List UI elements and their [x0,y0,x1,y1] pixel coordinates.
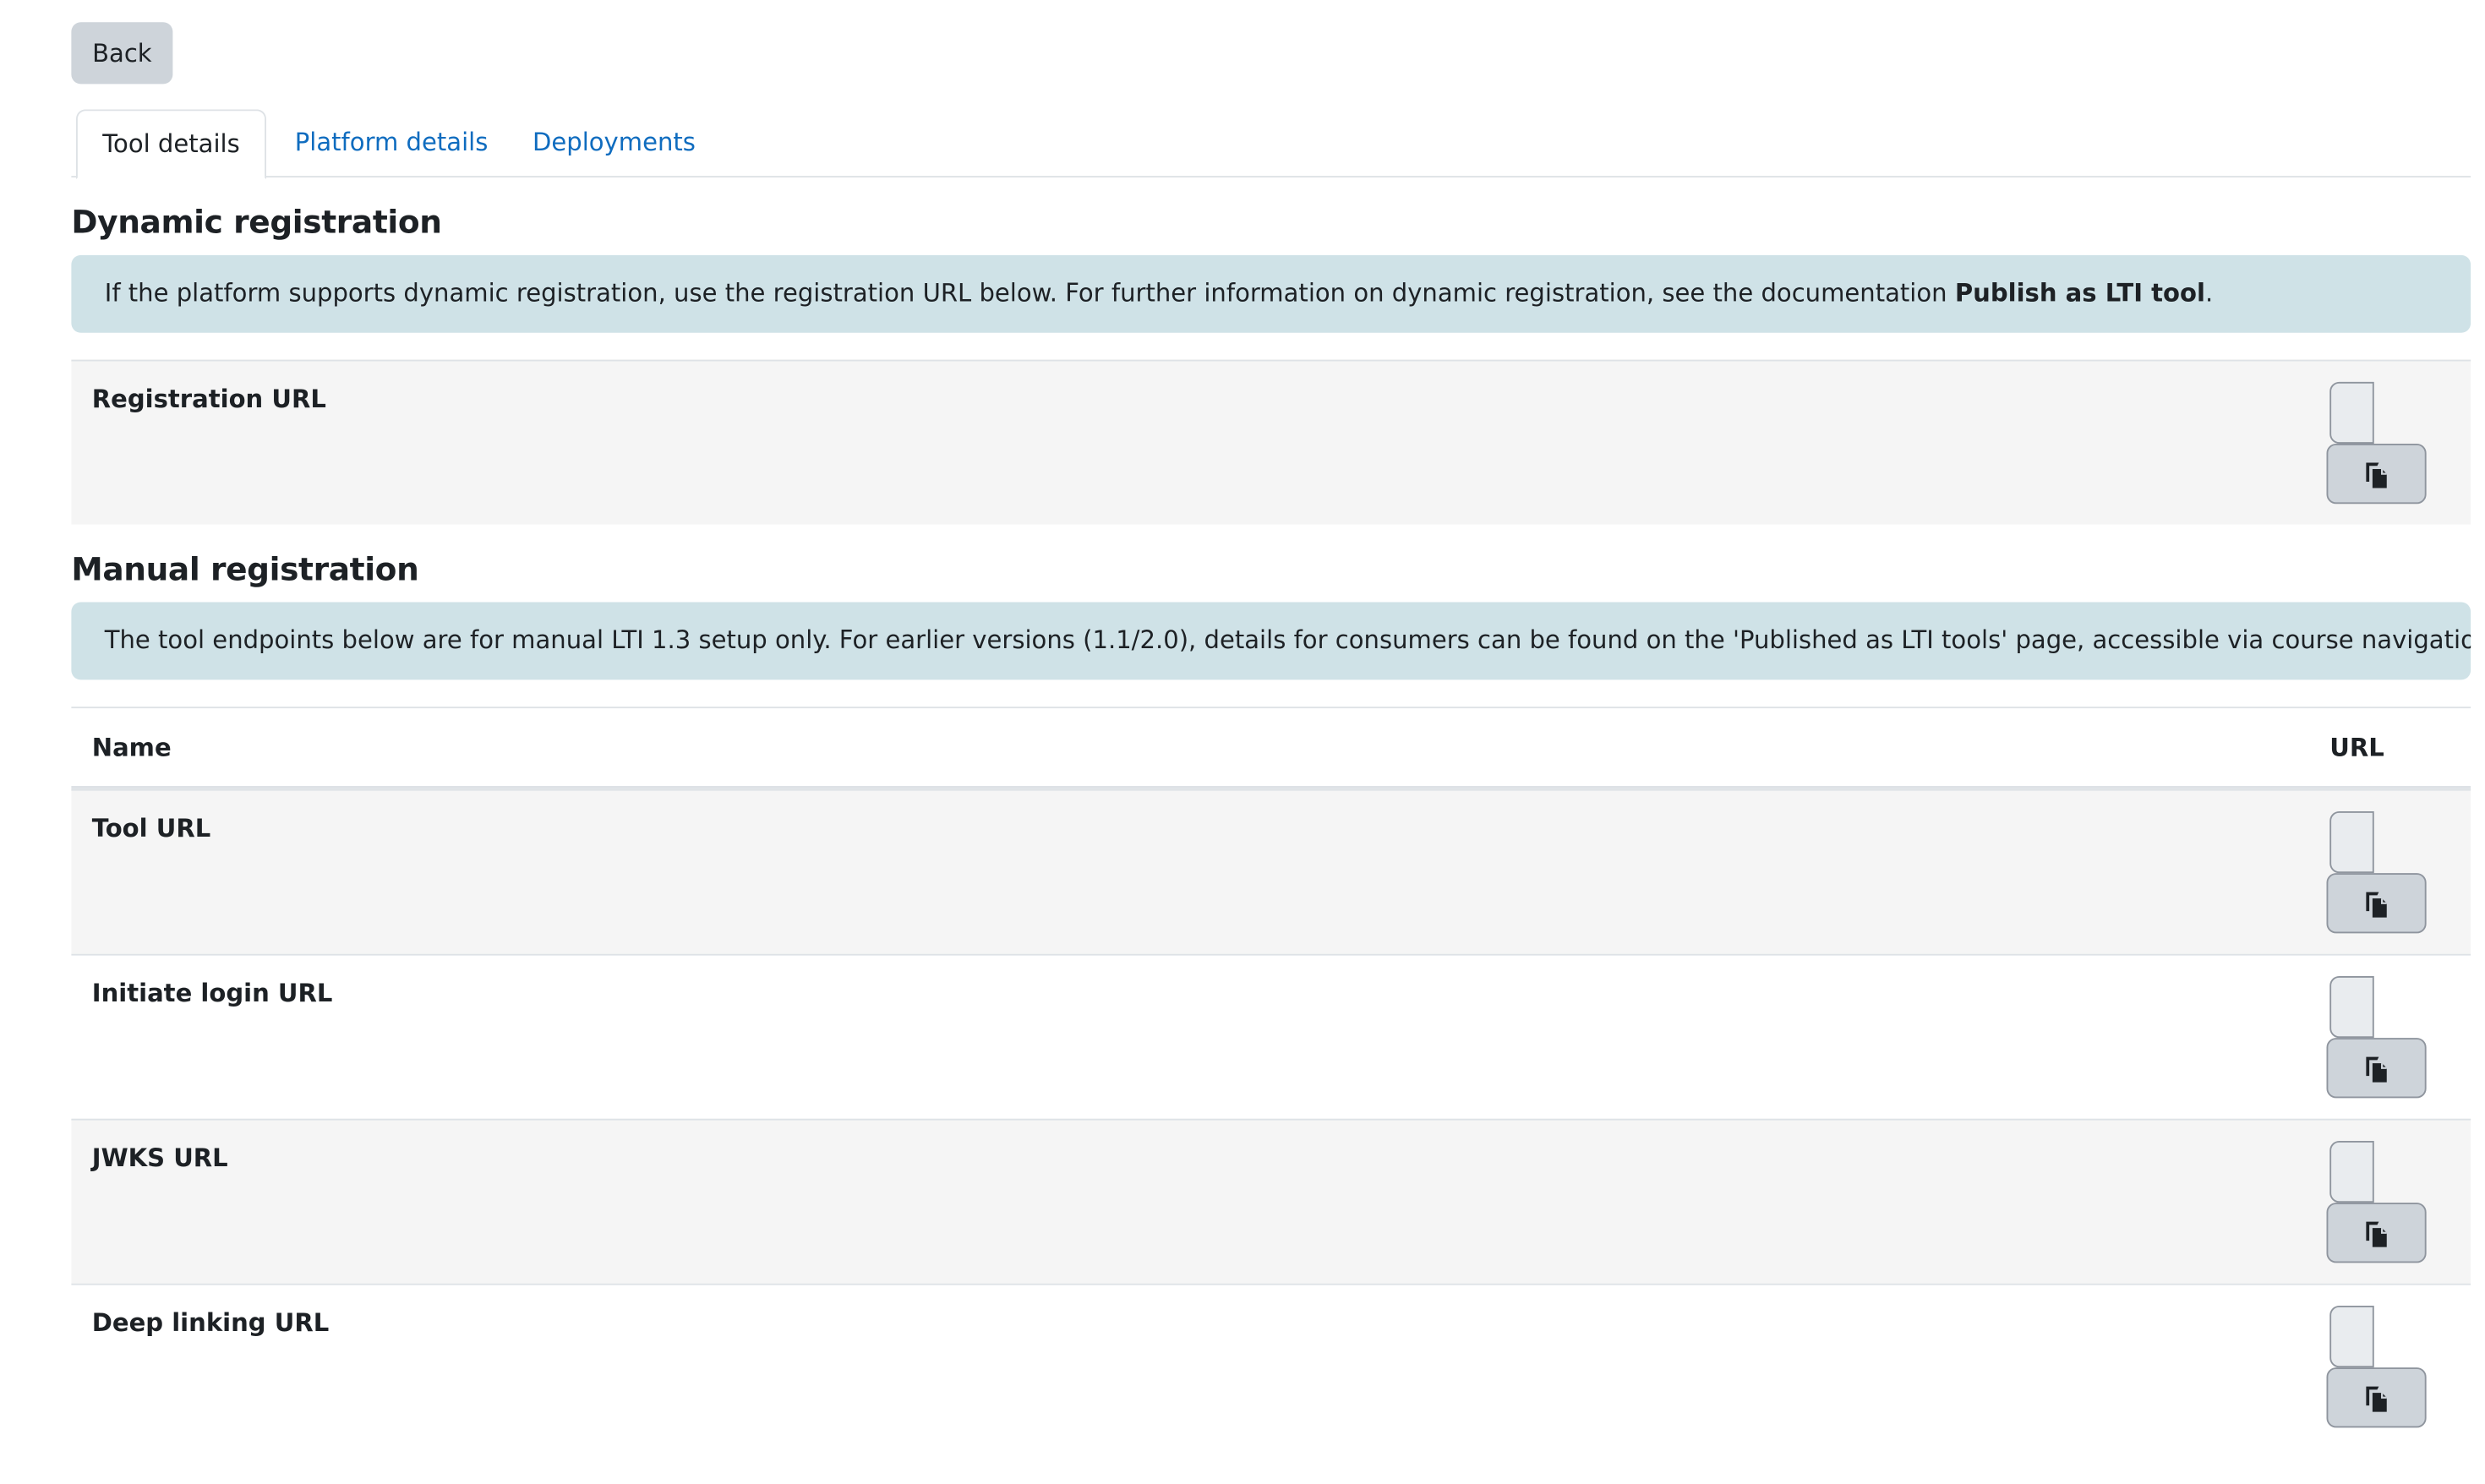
dynamic-registration-heading: Dynamic registration [71,203,442,241]
page: Back Tool details Platform details Deplo… [0,0,2485,1484]
registration-url-label: Registration URL [91,385,326,414]
tool-url-label: Tool URL [91,814,211,843]
table-row: Deep linking URL [71,1283,2471,1449]
dynamic-info-text: If the platform supports dynamic registr… [104,279,1955,308]
copy-initiate-login-url-button[interactable] [2326,1038,2427,1099]
dynamic-registration-info: If the platform supports dynamic registr… [71,254,2471,333]
dynamic-info-end: . [2204,279,2214,308]
copy-tool-url-button[interactable] [2326,873,2427,934]
copy-icon [2366,462,2387,488]
tool-url-field[interactable] [2329,811,2374,874]
deep-linking-url-field[interactable] [2329,1306,2374,1368]
name-column-header: Name [91,734,172,762]
copy-registration-url-button[interactable] [2326,444,2427,505]
registration-url-row: Registration URL [71,359,2471,525]
tab-bar: Tool details Platform details Deployment… [71,109,2471,179]
copy-icon [2366,1056,2387,1083]
table-row: Tool URL [71,788,2471,954]
manual-registration-info: The tool endpoints below are for manual … [71,602,2471,680]
copy-icon [2366,1221,2387,1247]
copy-deep-linking-url-button[interactable] [2326,1367,2427,1428]
publish-lti-tool-doc-link[interactable]: Publish as LTI tool [1955,279,2205,308]
jwks-url-field[interactable] [2329,1141,2374,1203]
copy-jwks-url-button[interactable] [2326,1203,2427,1263]
copy-icon [2366,892,2387,918]
manual-registration-heading: Manual registration [71,549,419,588]
deep-linking-url-label: Deep linking URL [91,1308,330,1338]
tab-tool-details[interactable]: Tool details [76,109,266,179]
back-button[interactable]: Back [71,22,173,85]
copy-icon [2366,1386,2387,1412]
registration-url-field[interactable] [2329,381,2374,444]
url-column-header: URL [2329,734,2384,762]
initiate-login-url-field[interactable] [2329,976,2374,1039]
jwks-url-label: JWKS URL [91,1143,228,1173]
tab-platform-details[interactable]: Platform details [295,109,489,177]
initiate-login-url-label: Initiate login URL [91,979,333,1008]
endpoints-table-header: Name URL [71,707,2471,789]
table-row: Initiate login URL [71,953,2471,1119]
table-row: JWKS URL [71,1118,2471,1284]
tab-deployments[interactable]: Deployments [532,109,696,177]
